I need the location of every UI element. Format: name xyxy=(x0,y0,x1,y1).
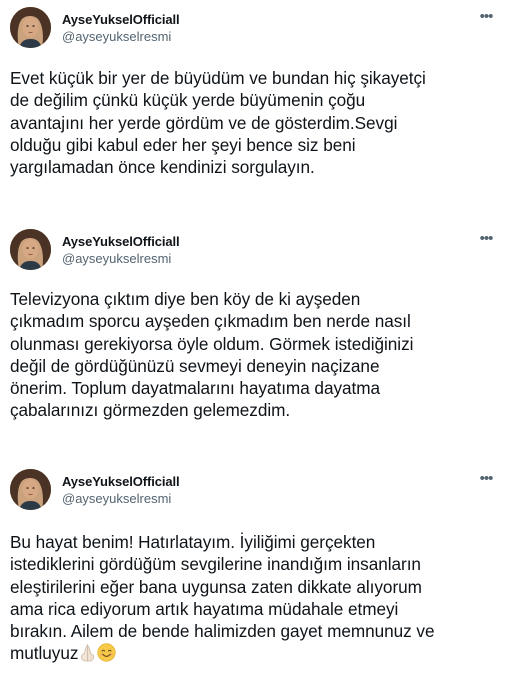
user-handle[interactable]: @ayseyukselresmi xyxy=(62,491,171,506)
tweet-1: AyseYukselOfficiall @ayseyukselresmi •••… xyxy=(0,0,514,205)
more-options-icon[interactable]: ••• xyxy=(474,7,498,27)
tweet-text: Evet küçük bir yer de büyüdüm ve bundan … xyxy=(10,68,426,178)
tweet-3: AyseYukselOfficiall @ayseyukselresmi •••… xyxy=(0,462,514,693)
avatar[interactable] xyxy=(10,229,51,270)
tweet-text: Bu hayat benim! Hatırlatayım. İyiliğimi … xyxy=(10,531,505,665)
user-handle[interactable]: @ayseyukselresmi xyxy=(62,29,171,44)
tweet-text-body: Bu hayat benim! Hatırlatayım. İyiliğimi … xyxy=(10,532,435,664)
display-name[interactable]: AyseYukselOfficiall xyxy=(62,234,180,249)
avatar[interactable] xyxy=(10,7,51,48)
folded-hands-icon xyxy=(79,644,96,662)
more-options-icon[interactable]: ••• xyxy=(474,469,498,489)
more-options-icon[interactable]: ••• xyxy=(474,229,498,249)
tweet-header: AyseYukselOfficiall @ayseyukselresmi ••• xyxy=(0,462,514,518)
tweet-text: Televizyona çıktım diye ben köy de ki ay… xyxy=(10,289,414,421)
smiling-face-icon xyxy=(97,643,116,663)
tweet-header: AyseYukselOfficiall @ayseyukselresmi ••• xyxy=(0,0,514,56)
user-handle[interactable]: @ayseyukselresmi xyxy=(62,251,171,266)
avatar[interactable] xyxy=(10,469,51,510)
display-name[interactable]: AyseYukselOfficiall xyxy=(62,12,180,27)
tweet-2: AyseYukselOfficiall @ayseyukselresmi •••… xyxy=(0,222,514,450)
tweet-header: AyseYukselOfficiall @ayseyukselresmi ••• xyxy=(0,222,514,278)
display-name[interactable]: AyseYukselOfficiall xyxy=(62,474,180,489)
